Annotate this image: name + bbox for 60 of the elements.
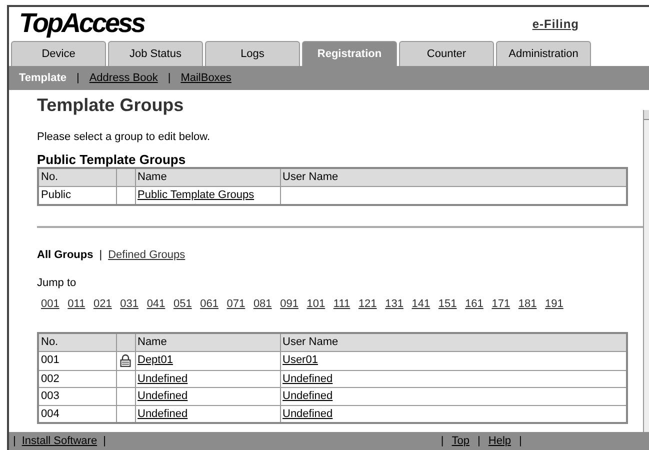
jump-link[interactable]: 001 xyxy=(41,297,60,311)
user-name-link[interactable]: User01 xyxy=(282,354,318,366)
jump-link[interactable]: 181 xyxy=(518,297,537,311)
section-title: Public Template Groups xyxy=(37,152,187,167)
jump-link[interactable]: 161 xyxy=(465,297,484,311)
subnav-link[interactable]: MailBoxes xyxy=(180,70,232,86)
table-cell: 003 xyxy=(38,388,116,405)
separator: | xyxy=(76,70,80,86)
jump-link[interactable]: 091 xyxy=(280,297,298,311)
separator: | xyxy=(168,70,171,86)
jump-link[interactable]: 131 xyxy=(385,297,404,311)
jump-label: Jump to xyxy=(37,276,78,290)
jump-link[interactable]: 031 xyxy=(120,297,139,311)
user-name-link[interactable]: Undefined xyxy=(282,408,333,420)
scrollbar[interactable] xyxy=(643,110,649,432)
column-header: No. xyxy=(38,168,116,186)
nav-tab[interactable]: Job Status xyxy=(108,41,203,66)
jump-link[interactable]: 151 xyxy=(438,297,457,311)
jump-link[interactable]: 191 xyxy=(545,297,564,311)
page-title: Template Groups xyxy=(37,94,185,116)
column-header: Name xyxy=(135,168,280,186)
separator: | xyxy=(478,434,480,449)
jump-link[interactable]: 011 xyxy=(68,297,86,311)
padlock-icon xyxy=(120,354,131,367)
separator: | xyxy=(440,434,444,449)
instruction-text: Please select a group to edit below. xyxy=(37,130,212,144)
jump-link[interactable]: 141 xyxy=(412,297,430,311)
jump-link[interactable]: 071 xyxy=(226,297,246,311)
footer-link[interactable]: Help xyxy=(488,432,512,450)
user-name-link[interactable]: Undefined xyxy=(282,372,333,384)
nav-tab[interactable]: Administration xyxy=(496,41,591,66)
group-name-link[interactable]: Dept01 xyxy=(138,354,173,366)
column-header: Name xyxy=(135,333,280,351)
jump-link[interactable]: 081 xyxy=(253,297,272,311)
user-name-link[interactable]: Undefined xyxy=(282,390,333,402)
nav-tab[interactable]: Device xyxy=(11,41,106,66)
jump-link[interactable]: 111 xyxy=(333,297,350,311)
separator: | xyxy=(99,248,102,262)
jump-link[interactable]: 051 xyxy=(173,297,192,311)
footer-link[interactable]: Top xyxy=(452,432,470,450)
subnav-link[interactable]: Address Book xyxy=(89,70,158,86)
jump-link[interactable]: 041 xyxy=(146,297,166,311)
nav-tab[interactable]: Counter xyxy=(399,41,494,66)
jump-link[interactable]: 171 xyxy=(492,297,510,311)
logo: TopAccess xyxy=(19,10,144,37)
filter-link[interactable]: All Groups xyxy=(37,248,94,262)
jump-link[interactable]: 061 xyxy=(200,297,218,311)
jump-link[interactable]: 121 xyxy=(358,297,377,311)
separator: | xyxy=(13,434,16,449)
separator: | xyxy=(519,434,522,449)
jump-link[interactable]: 021 xyxy=(94,297,112,311)
filter-link[interactable]: Defined Groups xyxy=(108,248,186,262)
footer-link[interactable]: Install Software xyxy=(22,432,98,450)
e-filing-link[interactable]: e-Filing xyxy=(532,14,579,32)
table-cell: 001 xyxy=(38,351,116,370)
jump-link[interactable]: 101 xyxy=(306,297,326,311)
separator: | xyxy=(103,434,106,449)
nav-tab[interactable]: Logs xyxy=(205,41,300,66)
table-cell: 002 xyxy=(38,370,116,388)
column-header: No. xyxy=(38,333,116,351)
